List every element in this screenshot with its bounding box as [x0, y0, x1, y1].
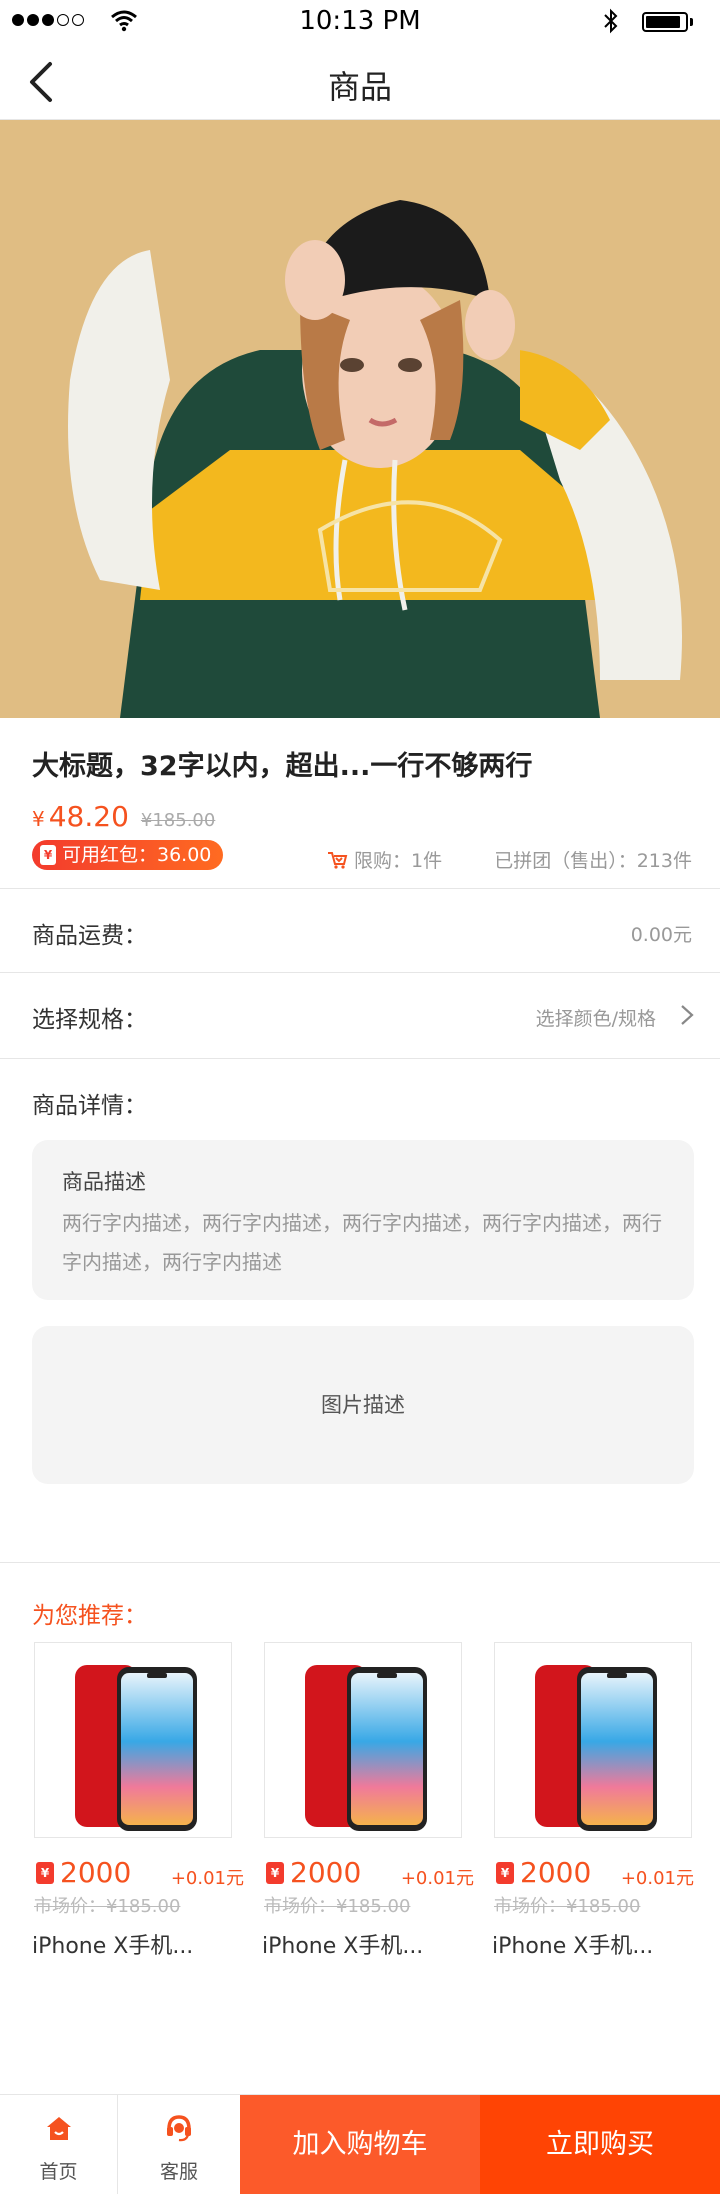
- purchase-limit: 限购：1件: [326, 846, 442, 873]
- recommend-price: 2000: [60, 1856, 132, 1889]
- add-to-cart-button[interactable]: 加入购物车: [240, 2095, 480, 2194]
- red-packet-icon: ¥: [40, 845, 56, 865]
- chevron-right-icon: [681, 1005, 694, 1025]
- recommend-card[interactable]: ¥ 2000 +0.01元 市场价：¥185.00 iPhone X手机...: [262, 1642, 474, 1959]
- recommend-name[interactable]: iPhone X手机...: [262, 1928, 423, 1960]
- coupon-label: 可用红包：36.00: [62, 844, 212, 866]
- buy-now-button[interactable]: 立即购买: [480, 2095, 720, 2194]
- recommend-price-row: ¥ 2000 +0.01元: [34, 1856, 244, 1890]
- recommend-market-price: 市场价：¥185.00: [494, 1896, 641, 1917]
- status-bar: 10:13 PM: [0, 0, 720, 44]
- recommend-plus: +0.01元: [170, 1868, 244, 1889]
- currency-symbol: ¥: [32, 807, 45, 831]
- recommend-price: 2000: [290, 1856, 362, 1889]
- yuan-icon: ¥: [266, 1862, 284, 1884]
- yuan-icon: ¥: [36, 1862, 54, 1884]
- details-label: 商品详情：: [32, 1093, 147, 1119]
- battery-cap: [690, 18, 693, 26]
- tab-home-label: 首页: [39, 2161, 78, 2183]
- bluetooth-icon: [604, 8, 618, 34]
- phone-image[interactable]: [34, 1642, 232, 1838]
- recommend-name[interactable]: iPhone X手机...: [492, 1928, 653, 1960]
- tab-service[interactable]: 客服: [118, 2095, 240, 2194]
- yuan-icon: ¥: [496, 1862, 514, 1884]
- bottom-bar: 首页 客服 加入购物车 立即购买: [0, 2094, 720, 2194]
- recommend-plus: +0.01元: [400, 1868, 474, 1889]
- page-title: 商品: [327, 68, 392, 106]
- coupon-badge[interactable]: ¥ 可用红包：36.00: [32, 840, 224, 870]
- recommend-plus: +0.01元: [620, 1868, 694, 1889]
- recommend-title: 为您推荐：: [32, 1603, 147, 1629]
- nav-bar: 商品: [0, 44, 720, 120]
- product-image: [0, 120, 720, 718]
- image-description-box: 图片描述: [32, 1326, 694, 1484]
- description-box: 商品描述 两行字内描述，两行字内描述，两行字内描述，两行字内描述，两行字内描述，…: [32, 1140, 694, 1300]
- recommend-price-row: ¥ 2000 +0.01元: [264, 1856, 474, 1890]
- recommend-card[interactable]: ¥ 2000 +0.01元 市场价：¥185.00 iPhone X手机...: [492, 1642, 694, 1959]
- tab-service-label: 客服: [159, 2161, 198, 2183]
- recommend-price: 2000: [520, 1856, 592, 1889]
- limit-label: 限购：1件: [354, 850, 443, 872]
- divider: [0, 1562, 720, 1563]
- phone-image[interactable]: [264, 1642, 462, 1838]
- customer-service-icon: [167, 2115, 191, 2142]
- spec-value: 选择颜色/规格: [535, 1008, 656, 1030]
- recommend-market-price: 市场价：¥185.00: [264, 1896, 411, 1917]
- shipping-label: 商品运费：: [32, 923, 147, 949]
- recommend-market-price: 市场价：¥185.00: [34, 1896, 181, 1917]
- recommend-card[interactable]: ¥ 2000 +0.01元 市场价：¥185.00 iPhone X手机...: [32, 1642, 244, 1959]
- divider: [0, 888, 720, 889]
- description-text: 两行字内描述，两行字内描述，两行字内描述，两行字内描述，两行字内描述，两行字内描…: [62, 1211, 662, 1274]
- price-row: ¥ 48.20 ¥185.00: [32, 800, 215, 833]
- divider: [0, 1058, 720, 1059]
- sold-count: 已拼团（售出）：213件: [494, 850, 692, 872]
- home-icon: [46, 2117, 71, 2140]
- shipping-value: 0.00元: [630, 924, 692, 946]
- battery-icon: [642, 12, 688, 32]
- divider: [0, 972, 720, 973]
- recommend-name[interactable]: iPhone X手机...: [32, 1928, 193, 1960]
- recommend-price-row: ¥ 2000 +0.01元: [494, 1856, 694, 1890]
- tab-home[interactable]: 首页: [0, 2095, 118, 2194]
- spec-label: 选择规格：: [32, 1007, 147, 1033]
- spec-selector[interactable]: 选择规格： 选择颜色/规格: [0, 974, 720, 1058]
- original-price: ¥185.00: [140, 810, 216, 831]
- product-title: 大标题，32字以内，超出...一行不够两行: [32, 751, 533, 782]
- phone-image[interactable]: [494, 1642, 692, 1838]
- cart-limit-icon: [328, 851, 348, 869]
- description-title: 商品描述: [62, 1170, 146, 1194]
- product-price: 48.20: [48, 800, 129, 833]
